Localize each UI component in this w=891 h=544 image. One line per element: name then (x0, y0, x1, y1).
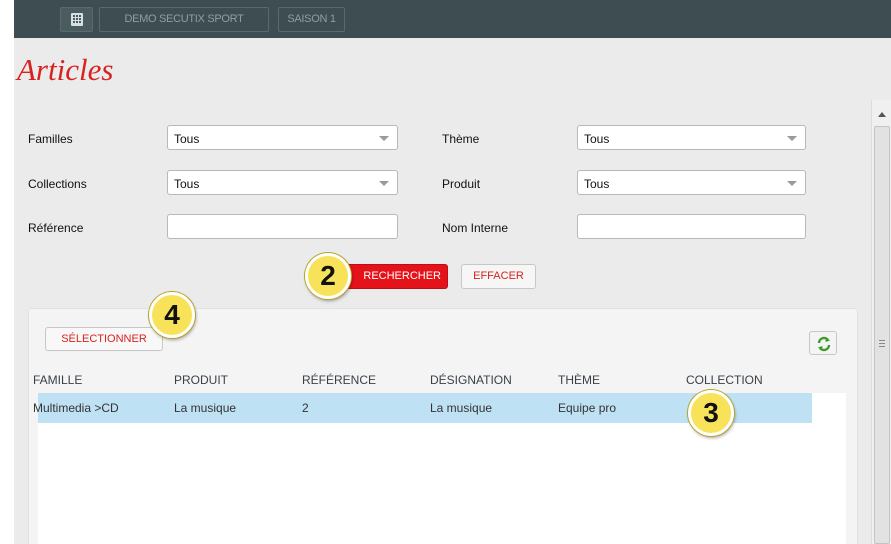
theme-label: Thème (442, 132, 480, 146)
clear-button[interactable]: EFFACER (461, 264, 536, 289)
vertical-scrollbar[interactable] (871, 100, 891, 544)
chevron-down-icon (787, 136, 797, 141)
organization-selector[interactable]: DEMO SECUTIX SPORT (99, 7, 269, 32)
collections-label: Collections (28, 177, 87, 191)
season-selector[interactable]: SAISON 1 (278, 7, 345, 32)
nom-interne-input[interactable] (577, 214, 806, 239)
nom-interne-label: Nom Interne (442, 221, 509, 235)
grip-icon (879, 340, 885, 347)
column-header-designation[interactable]: DÉSIGNATION (430, 373, 512, 387)
theme-select[interactable]: Tous (577, 125, 806, 150)
familles-select[interactable]: Tous (167, 125, 398, 150)
building-icon (71, 13, 83, 26)
scroll-up-icon[interactable] (878, 112, 886, 117)
column-header-reference[interactable]: RÉFÉRENCE (302, 373, 376, 387)
page-title: Articles (17, 52, 114, 87)
cell-produit: La musique (174, 401, 237, 415)
column-header-famille[interactable]: FAMILLE (33, 373, 82, 387)
refresh-button[interactable] (809, 331, 837, 355)
produit-label: Produit (442, 177, 481, 191)
produit-value: Tous (584, 177, 610, 191)
chevron-down-icon (787, 181, 797, 186)
select-button[interactable]: SÉLECTIONNER (45, 327, 163, 351)
familles-label: Familles (28, 132, 73, 146)
callout-badge: 2 (305, 253, 351, 299)
chevron-down-icon (379, 181, 389, 186)
callout-badge: 3 (688, 390, 734, 436)
collections-select[interactable]: Tous (167, 170, 398, 195)
theme-value: Tous (584, 132, 610, 146)
chevron-down-icon (379, 136, 389, 141)
column-header-theme[interactable]: THÈME (558, 373, 600, 387)
cell-famille: Multimedia >CD (33, 401, 119, 415)
reference-label: Référence (28, 221, 84, 235)
scroll-thumb[interactable] (874, 126, 890, 544)
familles-value: Tous (174, 132, 200, 146)
column-header-produit[interactable]: PRODUIT (174, 373, 228, 387)
search-button[interactable]: RECHERCHER (336, 264, 448, 289)
page: DEMO SECUTIX SPORT SAISON 1 Articles Fam… (14, 0, 891, 544)
home-button[interactable] (60, 7, 93, 32)
column-header-collection[interactable]: COLLECTION (686, 373, 763, 387)
top-bar: DEMO SECUTIX SPORT SAISON 1 (14, 0, 891, 38)
cell-reference: 2 (302, 401, 309, 415)
cell-theme: Equipe pro (558, 401, 617, 415)
produit-select[interactable]: Tous (577, 170, 806, 195)
collections-value: Tous (174, 177, 200, 191)
callout-badge: 4 (149, 292, 195, 338)
reference-input[interactable] (167, 214, 398, 239)
refresh-icon (817, 336, 831, 352)
cell-designation: La musique (430, 401, 493, 415)
